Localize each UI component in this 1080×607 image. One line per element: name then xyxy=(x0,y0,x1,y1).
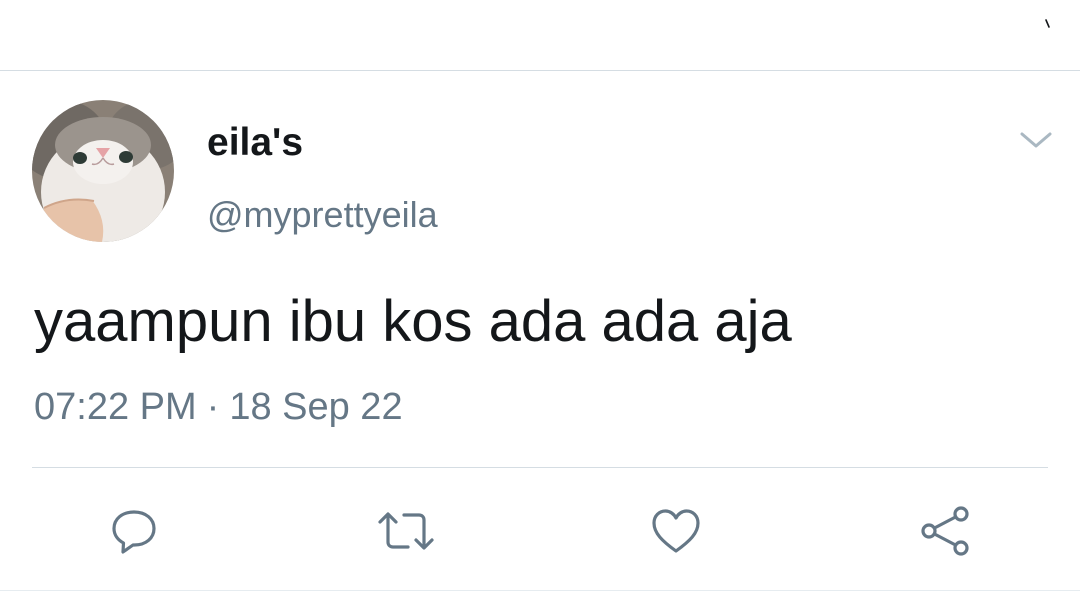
chevron-down-icon[interactable] xyxy=(1018,128,1054,152)
tweet-text: yaampun ibu kos ada ada aja xyxy=(34,289,792,354)
avatar[interactable] xyxy=(32,100,174,242)
reply-icon xyxy=(112,510,156,554)
heart-icon xyxy=(652,509,700,553)
cat-avatar-icon xyxy=(32,100,174,242)
tweet-card: eila's @myprettyeila yaampun ibu kos ada… xyxy=(0,71,1080,607)
meta-separator: · xyxy=(206,386,220,428)
tweet-time: 07:22 PM xyxy=(34,386,197,428)
divider xyxy=(32,467,1048,468)
top-bar xyxy=(0,0,1080,70)
share-icon xyxy=(921,506,969,556)
like-button[interactable] xyxy=(646,501,706,561)
caret-mark-icon xyxy=(1045,19,1050,28)
reply-button[interactable] xyxy=(104,501,164,561)
display-name[interactable]: eila's xyxy=(207,123,303,162)
retweet-icon xyxy=(378,512,434,550)
bottom-divider xyxy=(0,590,1080,591)
tweet-date: 18 Sep 22 xyxy=(229,386,403,428)
retweet-button[interactable] xyxy=(376,501,436,561)
tweet-timestamp[interactable]: 07:22 PM · 18 Sep 22 xyxy=(34,388,403,426)
user-handle[interactable]: @myprettyeila xyxy=(207,197,438,233)
share-button[interactable] xyxy=(915,501,975,561)
